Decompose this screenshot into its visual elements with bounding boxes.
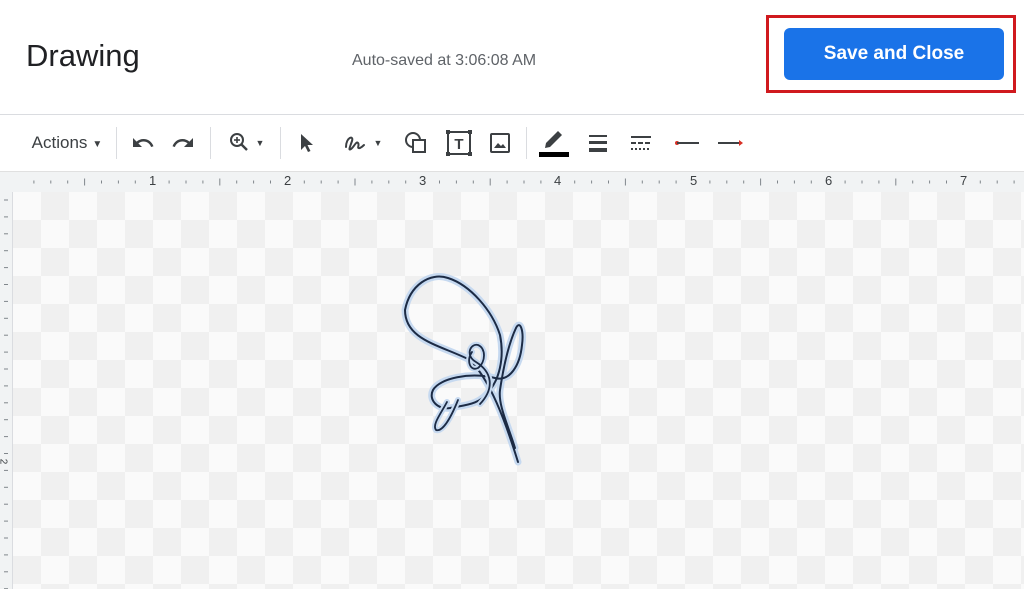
redo-icon[interactable] [166,115,200,171]
divider [210,127,211,159]
ruler-number: 4 [554,173,562,188]
drawing-canvas[interactable] [13,192,1024,589]
line-weight-icon[interactable] [582,115,614,171]
actions-label: Actions [31,133,88,152]
line-dash-icon[interactable] [624,115,658,171]
ruler-number: 6 [825,173,833,188]
actions-menu[interactable]: Actions ▼ [27,115,107,171]
image-icon[interactable] [484,115,516,171]
ruler-number: 1 [149,173,157,188]
ruler-number: 3 [419,173,427,188]
save-and-close-button[interactable]: Save and Close [784,28,1004,80]
ruler-number: 2 [0,459,8,465]
vertical-ruler: 2 [0,192,13,589]
zoom-icon[interactable]: ▼ [222,115,270,171]
shape-icon[interactable] [400,115,432,171]
drawing-header: Drawing Auto-saved at 3:06:08 AM Save an… [0,0,1024,115]
toolbar: Actions ▼ ▼ ▼ T [0,115,1024,172]
line-start-icon[interactable] [668,115,704,171]
divider [526,127,527,159]
chevron-down-icon: ▼ [92,139,103,150]
line-end-icon[interactable] [712,115,748,171]
chevron-down-icon: ▼ [255,138,265,148]
select-icon[interactable] [292,115,322,171]
svg-text:T: T [454,136,463,153]
ruler-number: 5 [690,173,698,188]
text-box-icon[interactable]: T [442,115,476,171]
ruler-number: 2 [284,173,292,188]
signature-drawing[interactable] [13,192,1024,589]
undo-icon[interactable] [126,115,160,171]
scribble-icon[interactable]: ▼ [334,115,390,171]
divider [116,127,117,159]
pen-color-icon[interactable] [536,115,572,171]
autosave-status: Auto-saved at 3:06:08 AM [352,52,537,69]
ruler-number: 7 [960,173,968,188]
vertical-ruler-ticks [4,199,8,589]
chevron-down-icon: ▼ [373,138,383,148]
divider [280,127,281,159]
page-title: Drawing [26,38,140,73]
horizontal-ruler: 1 2 3 4 5 6 7 [0,172,1024,193]
